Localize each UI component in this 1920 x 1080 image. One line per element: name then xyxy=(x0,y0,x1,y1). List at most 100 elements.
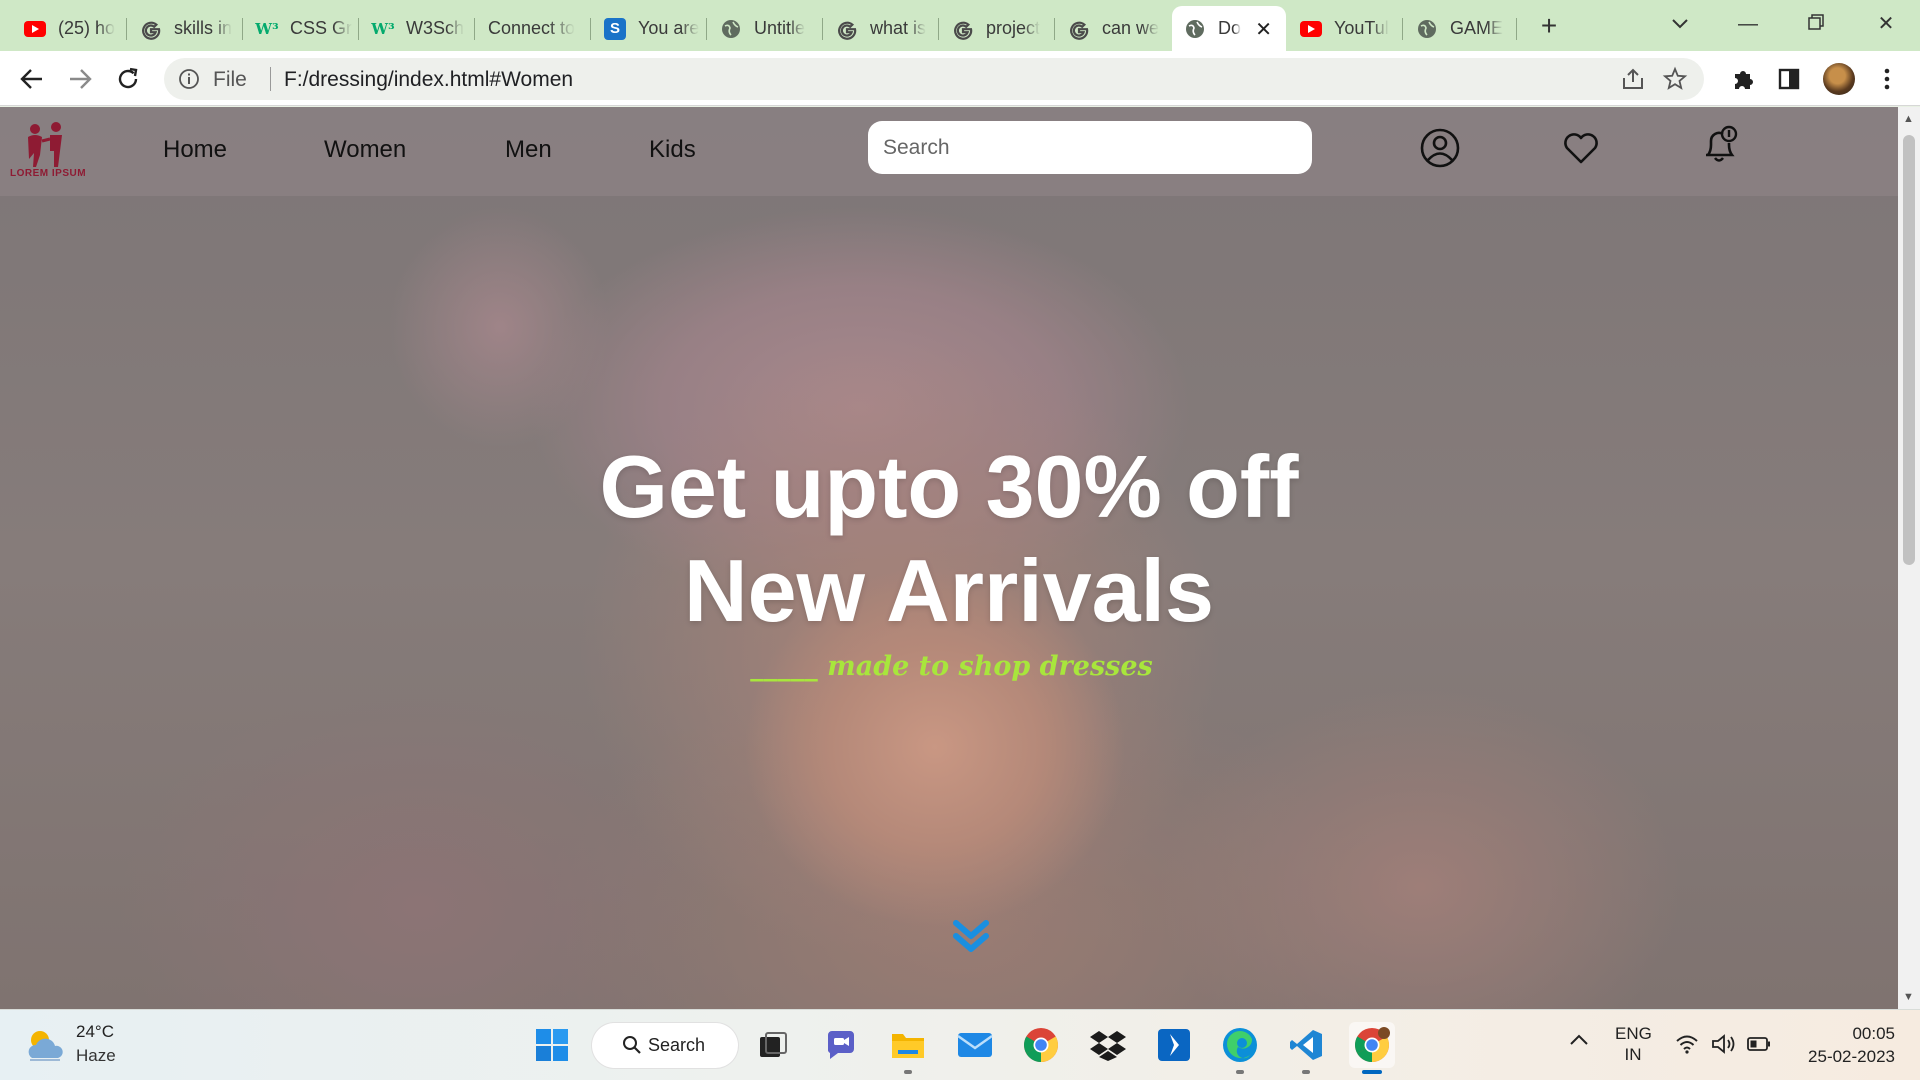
nav-women[interactable]: Women xyxy=(324,136,406,164)
scroll-down-arrow-icon[interactable]: ▼ xyxy=(1903,991,1914,1003)
globe-icon xyxy=(1416,18,1438,40)
w3schools-icon: W³ xyxy=(371,19,395,38)
running-indicator xyxy=(904,1070,912,1074)
tab-9[interactable]: project xyxy=(940,6,1055,51)
google-icon xyxy=(952,18,974,40)
scroll-up-arrow-icon[interactable]: ▲ xyxy=(1903,113,1914,125)
search-icon xyxy=(623,1036,641,1054)
page-scrollbar[interactable]: ▲ ▼ xyxy=(1898,107,1920,1009)
site-search-input[interactable] xyxy=(868,121,1312,174)
tab-11-active[interactable]: Do ✕ xyxy=(1172,6,1286,51)
bookmark-star-icon[interactable] xyxy=(1662,66,1688,92)
nav-kids[interactable]: Kids xyxy=(649,136,696,164)
tab-title: Untitle xyxy=(754,18,806,38)
weather-icon xyxy=(28,1031,63,1061)
tab-6[interactable]: S You are xyxy=(592,6,707,51)
tab-title: (25) ho xyxy=(58,18,116,38)
google-icon xyxy=(140,18,162,40)
tab-7[interactable]: Untitle xyxy=(708,6,823,51)
battery-icon[interactable] xyxy=(1747,1036,1771,1057)
power-automate-icon[interactable] xyxy=(1151,1022,1197,1068)
tab-title: can we xyxy=(1102,18,1160,38)
language-indicator[interactable]: ENG IN xyxy=(1615,1023,1652,1065)
weather-condition: Haze xyxy=(76,1046,116,1065)
notification-bell-icon[interactable] xyxy=(1698,123,1740,165)
clock-time: 00:05 xyxy=(1852,1024,1895,1043)
url-text[interactable]: F:/dressing/index.html#Women xyxy=(270,68,573,92)
youtube-icon xyxy=(24,20,46,37)
address-bar[interactable]: File F:/dressing/index.html#Women xyxy=(164,58,1704,100)
nav-men[interactable]: Men xyxy=(505,136,552,164)
volume-icon[interactable] xyxy=(1711,1034,1737,1059)
clock-date: 25-02-2023 xyxy=(1808,1047,1895,1066)
browser-toolbar: File F:/dressing/index.html#Women xyxy=(0,51,1920,106)
tab-13[interactable]: GAME xyxy=(1404,6,1517,51)
language-line2: IN xyxy=(1624,1045,1642,1064)
vscode-icon[interactable] xyxy=(1283,1022,1329,1074)
tab-3[interactable]: W³ CSS Gr xyxy=(244,6,359,51)
tab-search-chevron-icon[interactable] xyxy=(1660,6,1700,42)
hero-headline-line1: Get upto 30% off xyxy=(599,437,1299,536)
nav-home[interactable]: Home xyxy=(163,136,227,164)
reload-button[interactable] xyxy=(110,61,146,97)
tab-5[interactable]: Connect to xyxy=(476,6,591,51)
hero-headline-line2: New Arrivals xyxy=(684,541,1214,640)
site-logo[interactable]: LOREM IPSUM xyxy=(10,121,92,183)
tab-title: You are xyxy=(638,18,700,38)
minimize-button[interactable]: — xyxy=(1728,6,1768,42)
globe-icon xyxy=(1184,18,1206,40)
close-window-button[interactable]: ✕ xyxy=(1866,6,1906,42)
extensions-puzzle-icon[interactable] xyxy=(1728,64,1758,94)
w3schools-icon: W³ xyxy=(255,19,279,38)
teams-chat-icon[interactable] xyxy=(818,1022,864,1068)
task-view-icon[interactable] xyxy=(750,1022,796,1068)
tray-chevron-up-icon[interactable] xyxy=(1569,1031,1589,1051)
edge-icon[interactable] xyxy=(1217,1022,1263,1074)
mail-icon[interactable] xyxy=(952,1022,998,1068)
scroll-down-chevron-icon[interactable] xyxy=(952,919,990,955)
profile-avatar[interactable] xyxy=(1823,63,1855,95)
weather-temp: 24°C xyxy=(76,1022,114,1041)
tab-title: what is xyxy=(870,18,927,38)
restore-button[interactable] xyxy=(1796,6,1836,42)
back-button[interactable] xyxy=(14,61,50,97)
tab-1[interactable]: (25) ho xyxy=(12,6,127,51)
tab-12[interactable]: YouTul xyxy=(1288,6,1403,51)
start-windows-icon[interactable] xyxy=(529,1022,575,1068)
tab-10[interactable]: can we xyxy=(1056,6,1171,51)
tab-title: Do xyxy=(1218,18,1242,38)
tab-4[interactable]: W³ W3Sch xyxy=(360,6,475,51)
file-explorer-icon[interactable] xyxy=(885,1022,931,1074)
scheme-label: File xyxy=(213,68,247,91)
logo-text: LOREM IPSUM xyxy=(10,168,87,179)
close-icon[interactable]: ✕ xyxy=(1255,17,1272,42)
info-icon[interactable] xyxy=(178,68,200,90)
side-panel-icon[interactable] xyxy=(1774,64,1804,94)
weather-widget[interactable]: 24°C Haze xyxy=(24,1022,144,1070)
active-indicator xyxy=(1362,1070,1382,1074)
forward-button[interactable] xyxy=(62,61,98,97)
taskbar-search[interactable]: Search xyxy=(592,1023,738,1068)
wifi-icon[interactable] xyxy=(1675,1034,1699,1059)
chrome-icon[interactable] xyxy=(1018,1022,1064,1068)
globe-icon xyxy=(720,18,742,40)
hero-text: Get upto 30% off New Arrivals _____ made… xyxy=(0,435,1898,682)
wishlist-heart-icon[interactable] xyxy=(1560,127,1602,169)
clock[interactable]: 00:05 25-02-2023 xyxy=(1795,1022,1895,1068)
tab-title: project xyxy=(986,18,1041,38)
windows-taskbar: 24°C Haze Search ENG IN 00:05 25-02-2023 xyxy=(0,1009,1920,1080)
scrollbar-thumb[interactable] xyxy=(1903,135,1915,565)
share-icon[interactable] xyxy=(1620,66,1646,92)
tab-2[interactable]: skills in xyxy=(128,6,243,51)
hero-banner: Get upto 30% off New Arrivals _____ made… xyxy=(0,107,1898,1009)
site-navbar: LOREM IPSUM Home Women Men Kids xyxy=(0,107,1898,196)
more-menu-icon[interactable] xyxy=(1872,64,1902,94)
tab-8[interactable]: what is xyxy=(824,6,939,51)
user-account-icon[interactable] xyxy=(1419,127,1461,169)
tab-title: W3Sch xyxy=(406,18,465,38)
tab-strip: (25) ho skills in W³ CSS Gr W³ W3Sch Con… xyxy=(0,0,1920,51)
youtube-icon xyxy=(1300,20,1322,37)
new-tab-button[interactable]: + xyxy=(1532,10,1566,44)
dropbox-icon[interactable] xyxy=(1085,1022,1131,1068)
chrome-active-icon[interactable] xyxy=(1349,1022,1395,1074)
